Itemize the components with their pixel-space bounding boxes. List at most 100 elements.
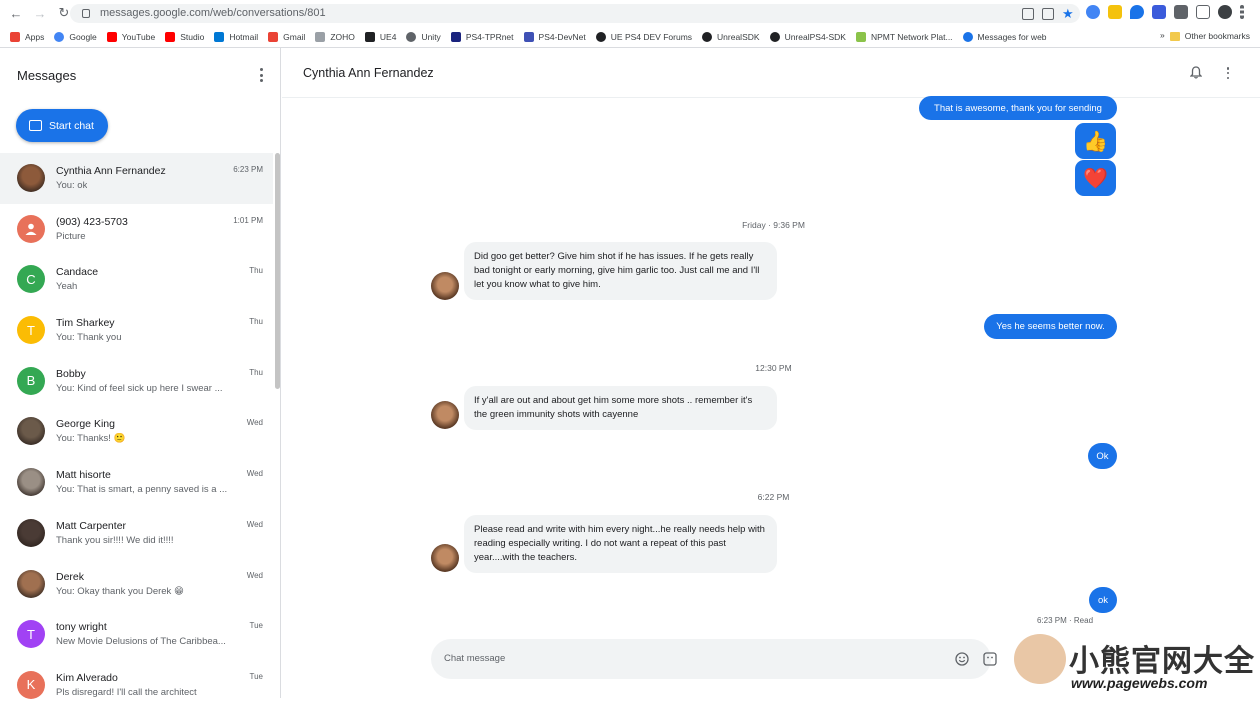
- conversation-item[interactable]: Derek You: Okay thank you Derek 😁 Wed: [0, 559, 273, 610]
- playstation-icon: [523, 32, 534, 42]
- bookmark-star-icon[interactable]: ★: [1062, 7, 1074, 20]
- bookmark-item[interactable]: Gmail: [268, 32, 305, 42]
- conversation-item[interactable]: Cynthia Ann Fernandez You: ok 6:23 PM: [0, 153, 273, 204]
- extension-pen-icon[interactable]: [1108, 5, 1122, 19]
- conversation-time: Wed: [246, 519, 263, 529]
- conversation-item[interactable]: (903) 423-5703 Picture 1:01 PM: [0, 204, 273, 255]
- avatar: T: [17, 316, 45, 345]
- sticker-icon[interactable]: [983, 652, 997, 666]
- more-options-icon[interactable]: [256, 68, 266, 82]
- side-panel-icon[interactable]: [1196, 5, 1210, 19]
- message-incoming[interactable]: Please read and write with him every nig…: [464, 515, 777, 573]
- bookmark-item[interactable]: UE PS4 DEV Forums: [595, 32, 692, 42]
- status-read: Read: [1073, 616, 1094, 625]
- conversation-item[interactable]: George King You: Thanks! 🙂 Wed: [0, 406, 273, 457]
- bookmark-item[interactable]: NPMT Network Plat...: [855, 32, 953, 42]
- bookmark-item[interactable]: PS4-TPRnet: [450, 32, 514, 42]
- conversation-options-icon[interactable]: [1225, 67, 1231, 79]
- conversation-name: Bobby: [56, 367, 86, 380]
- message-outgoing[interactable]: Ok: [1088, 443, 1117, 469]
- open-in-app-icon[interactable]: [1022, 8, 1034, 20]
- profile-avatar[interactable]: [1218, 5, 1232, 19]
- other-bookmarks[interactable]: Other bookmarks: [1169, 31, 1250, 41]
- address-bar[interactable]: messages.google.com/web/conversations/80…: [70, 4, 1080, 23]
- bookmarks-overflow[interactable]: »: [1160, 30, 1165, 40]
- bookmark-item[interactable]: Apps: [10, 32, 44, 42]
- bookmark-item[interactable]: Studio: [165, 32, 204, 42]
- bookmark-item[interactable]: YouTube: [106, 32, 155, 42]
- gmail-icon: [268, 32, 279, 42]
- timestamp-divider: 12:30 PM: [755, 363, 792, 373]
- conversation-time: 6:23 PM: [233, 165, 263, 174]
- chat-message-input[interactable]: Chat message: [444, 653, 505, 664]
- notifications-bell-icon[interactable]: [1190, 66, 1202, 79]
- start-chat-button[interactable]: Start chat: [16, 109, 108, 142]
- extension-save-icon[interactable]: [1152, 5, 1166, 19]
- back-icon[interactable]: ←: [8, 5, 24, 21]
- bookmark-item[interactable]: UE4: [364, 32, 396, 42]
- sticker-thumbs-up[interactable]: 👍: [1075, 123, 1116, 159]
- conversation-item[interactable]: Matt Carpenter Thank you sir!!!! We did i…: [0, 508, 273, 559]
- emoji-icon[interactable]: [955, 652, 969, 666]
- bookmark-item[interactable]: ZOHO: [315, 32, 355, 42]
- conversation-item[interactable]: Matt hisorte You: That is smart, a penny …: [0, 457, 273, 508]
- conversation-time: Thu: [249, 266, 263, 276]
- mouse-cursor: [639, 189, 657, 207]
- avatar: [17, 468, 45, 497]
- unity-icon: [406, 32, 417, 42]
- extension-sound-icon[interactable]: [1086, 5, 1100, 19]
- person-icon: [17, 214, 45, 243]
- conversation-header: Cynthia Ann Fernandez: [282, 48, 1260, 98]
- message-incoming[interactable]: If y'all are out and about get him some …: [464, 386, 777, 430]
- watermark-text: 小熊官网大全: [1069, 644, 1255, 679]
- bookmark-item[interactable]: Google: [54, 32, 97, 42]
- bookmark-item[interactable]: Hotmail: [214, 32, 258, 42]
- avatar: [17, 417, 45, 446]
- conversation-preview: You: ok: [56, 180, 88, 191]
- watermark-url: www.pagewebs.com: [1071, 675, 1208, 691]
- conversation-item[interactable]: B Bobby You: Kind of feel sick up here I s…: [0, 356, 273, 407]
- conversation-item[interactable]: C Candace Yeah Thu: [0, 254, 273, 305]
- messages-icon: [962, 32, 973, 42]
- bookmark-item[interactable]: Unity: [406, 32, 441, 42]
- browser-chrome: ← → ↻ messages.google.com/web/conversati…: [0, 0, 1260, 48]
- ue-icon: [595, 32, 606, 42]
- conversation-time: Wed: [246, 570, 263, 580]
- forward-icon[interactable]: →: [32, 5, 48, 21]
- conversation-preview: You: Thank you: [56, 332, 122, 344]
- message-outgoing[interactable]: That is awesome, thank you for sending: [919, 96, 1117, 120]
- chat-add-icon: [29, 120, 42, 131]
- apps-grid-icon: [10, 32, 20, 42]
- conversation-time: Wed: [246, 469, 263, 479]
- github-icon: [769, 32, 780, 42]
- conversation-item[interactable]: T Tim Sharkey You: Thank you Thu: [0, 305, 273, 356]
- message-outgoing[interactable]: Yes he seems better now.: [984, 314, 1117, 339]
- message-incoming[interactable]: Did goo get better? Give him shot if he …: [464, 242, 777, 300]
- avatar: B: [17, 366, 45, 395]
- bookmark-item[interactable]: UnrealPS4-SDK: [769, 32, 846, 42]
- browser-menu-icon[interactable]: [1240, 5, 1244, 19]
- bookmark-item[interactable]: UnrealSDK: [702, 32, 760, 42]
- github-icon: [702, 32, 713, 42]
- extension-drop-icon[interactable]: [1130, 5, 1144, 19]
- sticker-heart[interactable]: ❤️: [1075, 160, 1116, 196]
- conversation-preview: Yeah: [56, 281, 78, 293]
- url-text: messages.google.com/web/conversations/80…: [100, 7, 326, 19]
- message-outgoing[interactable]: ok: [1089, 587, 1117, 613]
- share-icon[interactable]: [1042, 8, 1054, 20]
- conversation-name: Derek: [56, 570, 85, 583]
- conversation-sidebar: Messages Start chat Cynthia Ann Fernande…: [0, 48, 281, 699]
- sidebar-scrollbar[interactable]: [275, 153, 280, 389]
- conversation-preview: Thank you sir!!!! We did it!!!!: [56, 534, 174, 546]
- avatar: [17, 569, 45, 598]
- heart-icon: ❤️: [1083, 167, 1108, 190]
- conversation-name: (903) 423-5703: [56, 215, 128, 228]
- conversation-item[interactable]: K Kim Alverado Pls disregard! I'll call th…: [0, 660, 273, 711]
- conversation-item[interactable]: Ttony wright New Movie Delusions of The C…: [0, 609, 273, 660]
- conversation-time: 1:01 PM: [233, 215, 263, 225]
- bookmark-item[interactable]: Messages for web: [962, 32, 1047, 42]
- conversation-time: Tue: [249, 621, 264, 631]
- message-composer[interactable]: Chat message: [431, 639, 997, 679]
- bookmark-item[interactable]: PS4-DevNet: [523, 32, 586, 42]
- extensions-puzzle-icon[interactable]: [1174, 5, 1188, 19]
